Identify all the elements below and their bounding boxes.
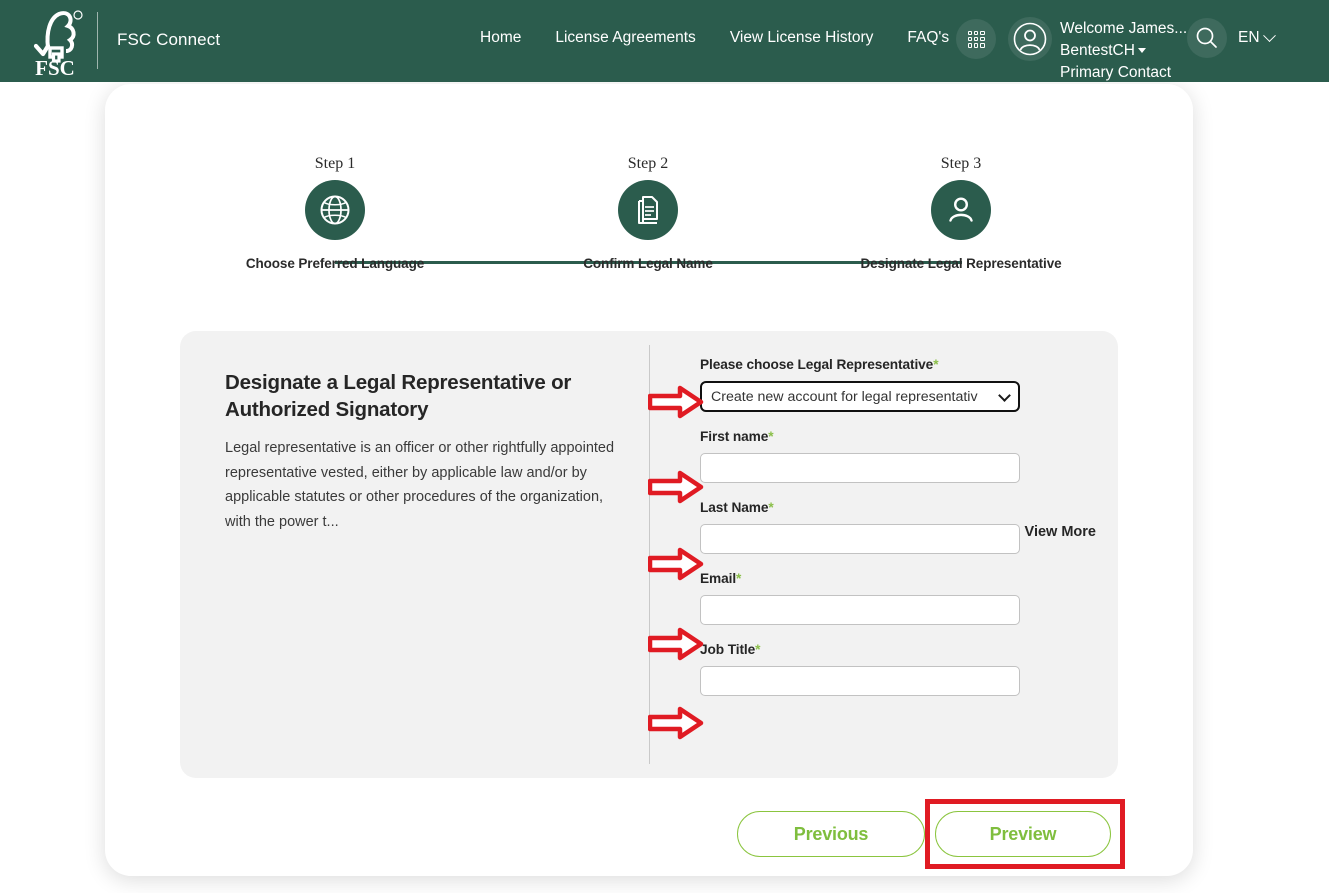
email-field: Email* [700, 571, 1040, 625]
svg-text:FSC: FSC [35, 56, 75, 76]
logo-divider [97, 12, 98, 69]
email-input[interactable] [700, 595, 1020, 625]
step-2-number: Step 2 [627, 155, 669, 172]
apps-grid-glyph [967, 30, 985, 48]
first-name-field: First name* [700, 429, 1040, 483]
nav-home[interactable]: Home [480, 29, 521, 47]
stepper-step-2[interactable]: Step 2 Confirm Legal Name [533, 155, 763, 271]
email-label: Email* [700, 571, 742, 586]
language-selector[interactable]: EN [1238, 28, 1276, 47]
step-2-label: Confirm Legal Name [583, 256, 713, 271]
step-3-label: Designate Legal Representative [860, 256, 1062, 271]
legal-rep-select-label: Please choose Legal Representative* [700, 357, 939, 372]
top-header: FSC FSC Connect Home License Agreements … [0, 0, 1329, 82]
step-3-number: Step 3 [940, 155, 982, 172]
fsc-logo[interactable]: FSC [22, 6, 88, 76]
nav-license-agreements[interactable]: License Agreements [555, 29, 695, 47]
search-icon[interactable] [1187, 18, 1227, 58]
last-name-field: Last Name* [700, 500, 1040, 554]
panel-title: Designate a Legal Representative or Auth… [225, 371, 572, 421]
preview-button[interactable]: Preview [935, 811, 1111, 857]
main-navigation: Home License Agreements View License His… [480, 29, 949, 47]
panel-description: Designate a Legal Representative or Auth… [225, 369, 620, 534]
nav-view-license-history[interactable]: View License History [730, 29, 874, 47]
globe-icon [305, 180, 365, 240]
user-role-line: Primary Contact [1060, 64, 1172, 81]
stepper-step-1[interactable]: Step 1 Choose Preferred Language [220, 155, 450, 271]
legal-rep-select[interactable]: Create new account for legal representat… [700, 381, 1020, 412]
last-name-input[interactable] [700, 524, 1020, 554]
step-1-number: Step 1 [314, 155, 356, 172]
form-panel: Designate a Legal Representative or Auth… [180, 331, 1118, 778]
last-name-label: Last Name* [700, 500, 774, 515]
job-title-field: Job Title* [700, 642, 1040, 696]
progress-stepper: Step 1 Choose Preferred Language Step 2 [105, 155, 1193, 275]
legal-rep-select-field: Please choose Legal Representative* Crea… [700, 357, 1040, 412]
user-menu[interactable]: Welcome James... BentestCH Primary Conta… [1060, 18, 1210, 84]
panel-divider [649, 345, 650, 764]
chevron-down-icon [1137, 48, 1146, 53]
first-name-label: First name* [700, 429, 774, 444]
step-1-label: Choose Preferred Language [245, 256, 425, 271]
previous-button[interactable]: Previous [737, 811, 925, 857]
chevron-down-icon [1262, 28, 1276, 42]
person-icon [931, 180, 991, 240]
legal-rep-form: Please choose Legal Representative* Crea… [700, 357, 1040, 713]
brand-title: FSC Connect [117, 30, 221, 49]
user-avatar-icon[interactable] [1008, 17, 1052, 61]
nav-faqs[interactable]: FAQ's [907, 29, 949, 47]
panel-body-text: Legal representative is an officer or ot… [225, 440, 615, 530]
document-icon [618, 180, 678, 240]
language-label: EN [1238, 29, 1260, 46]
stepper-step-3[interactable]: Step 3 Designate Legal Representative [846, 155, 1076, 271]
first-name-input[interactable] [700, 453, 1020, 483]
apps-grid-icon[interactable] [956, 19, 996, 59]
job-title-input[interactable] [700, 666, 1020, 696]
job-title-label: Job Title* [700, 642, 761, 657]
